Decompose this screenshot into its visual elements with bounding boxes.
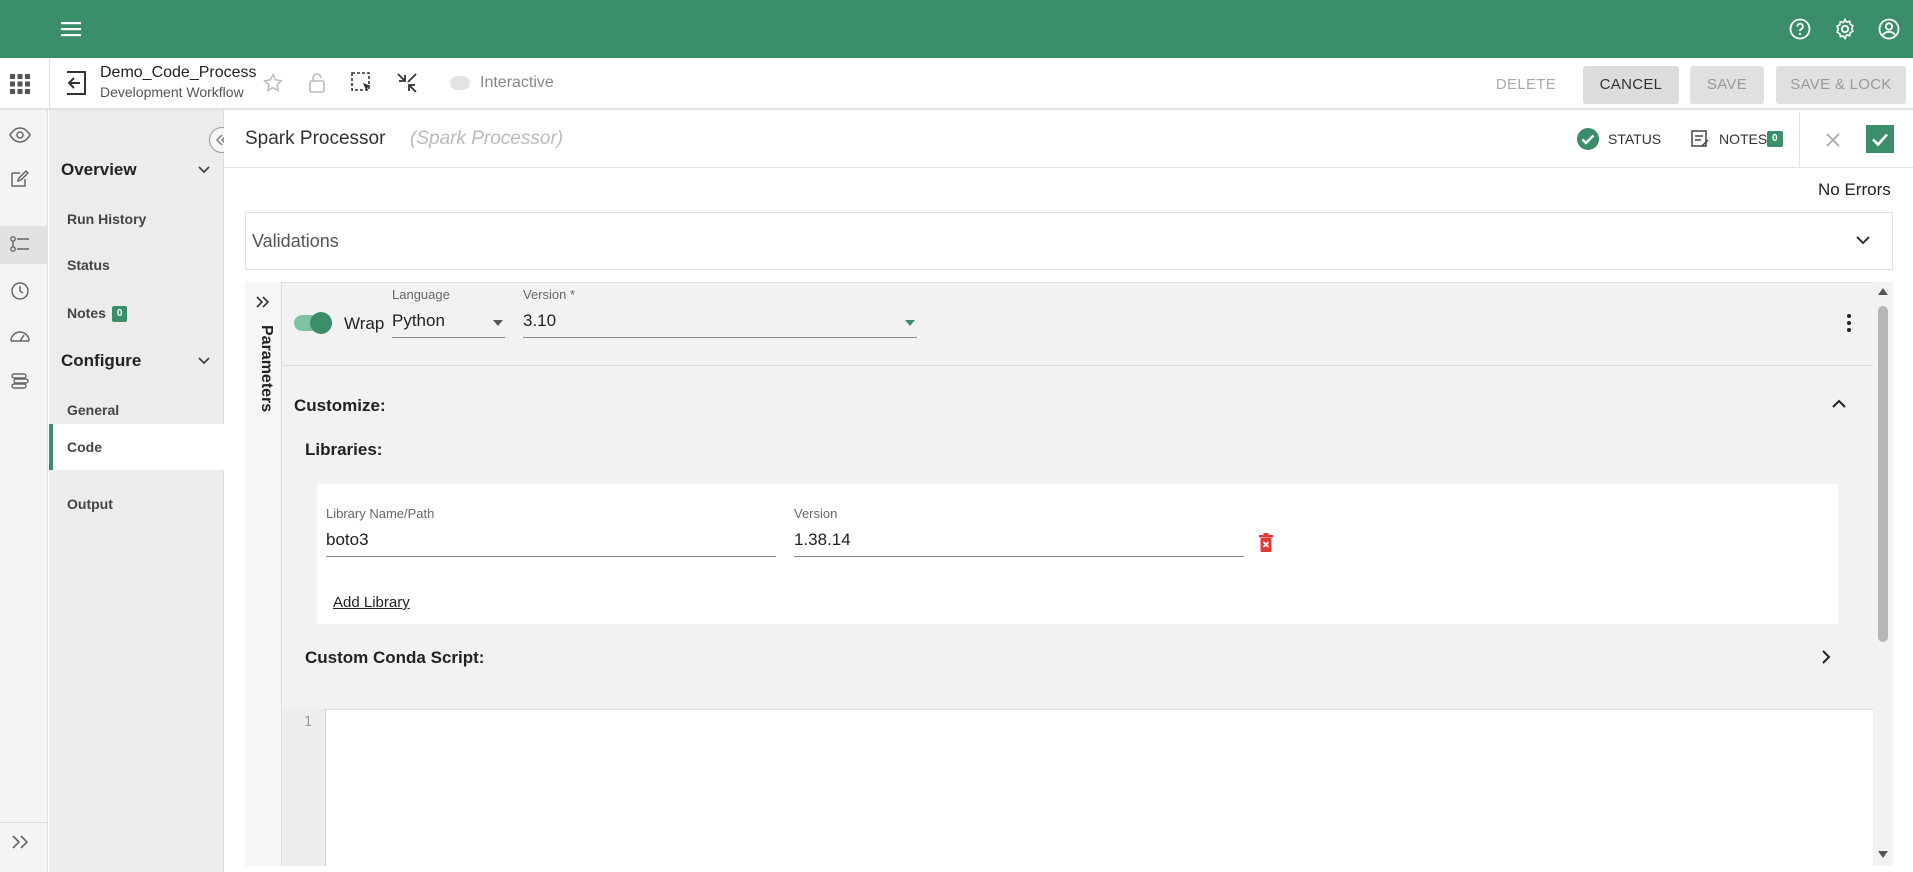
wrap-label: Wrap: [344, 314, 385, 333]
library-version-label: Version: [794, 506, 838, 521]
version-underline: [523, 337, 917, 338]
status-label[interactable]: STATUS: [1608, 131, 1661, 147]
add-library-link[interactable]: Add Library: [333, 594, 410, 611]
sidebar-item-code[interactable]: Code: [49, 424, 224, 470]
layers-stack-icon[interactable]: [10, 371, 30, 391]
validations-accordion[interactable]: [245, 212, 1893, 270]
sidebar-item-status[interactable]: Status: [49, 242, 224, 288]
library-name-label: Library Name/Path: [326, 506, 435, 521]
validations-title: Validations: [252, 231, 339, 251]
notes-count-badge: 0: [1767, 131, 1783, 147]
toolbar-divider: [49, 58, 50, 110]
edit-icon[interactable]: [9, 169, 29, 189]
language-caret-down-icon[interactable]: [492, 319, 504, 327]
wrap-toggle[interactable]: [294, 312, 332, 334]
parameters-tab-label[interactable]: Parameters: [253, 325, 275, 435]
notes-label[interactable]: NOTES: [1719, 131, 1767, 147]
notes-icon[interactable]: [1690, 129, 1710, 149]
libraries-heading: Libraries:: [305, 440, 383, 459]
app-header: [0, 0, 1913, 58]
editor-toolbar-divider: [283, 365, 1873, 366]
line-number: 1: [304, 715, 312, 730]
sidebar-item-label: Run History: [67, 211, 147, 227]
delete-button[interactable]: DELETE: [1488, 66, 1564, 104]
apply-check-button[interactable]: [1866, 125, 1894, 153]
lock-icon[interactable]: [307, 72, 327, 94]
overview-heading[interactable]: Overview: [61, 160, 137, 180]
sidebar-item-run-history[interactable]: Run History: [49, 196, 224, 242]
panel-title: Spark Processor: [245, 128, 386, 149]
help-icon[interactable]: [1788, 17, 1812, 41]
close-icon[interactable]: [1824, 131, 1842, 149]
save-and-lock-button[interactable]: SAVE & LOCK: [1776, 66, 1906, 104]
expand-rail-icon[interactable]: [10, 833, 32, 851]
node-sidenav: Overview Run History Status Notes 0 Confi…: [49, 110, 224, 872]
interactive-toggle[interactable]: [450, 76, 470, 90]
version-select[interactable]: 3.10: [523, 311, 556, 331]
expand-parameters-icon[interactable]: [254, 295, 272, 309]
conda-chevron-right-icon[interactable]: [1820, 649, 1832, 665]
editor-scrollbar[interactable]: [1873, 282, 1893, 866]
save-button[interactable]: SAVE: [1690, 66, 1764, 104]
collapse-arrows-icon[interactable]: [395, 71, 419, 95]
sidebar-item-label: General: [67, 402, 120, 418]
favorite-star-icon[interactable]: [262, 72, 284, 94]
library-version-input[interactable]: 1.38.14: [794, 530, 851, 550]
scroll-up-icon[interactable]: [1877, 286, 1889, 296]
customize-chevron-up-icon[interactable]: [1831, 398, 1847, 410]
settings-gear-icon[interactable]: [1833, 17, 1857, 41]
scroll-down-icon[interactable]: [1877, 850, 1889, 860]
sidebar-item-label: Output: [67, 496, 113, 512]
sidebar-item-label: Status: [67, 257, 110, 273]
history-clock-icon[interactable]: [10, 281, 30, 301]
sidebar-item-output[interactable]: Output: [49, 481, 224, 527]
status-check-icon[interactable]: [1576, 127, 1600, 151]
dashboard-gauge-icon[interactable]: [9, 326, 31, 344]
language-label: Language: [392, 287, 450, 302]
exit-workflow-icon[interactable]: [64, 70, 88, 96]
notes-count-badge: 0: [111, 306, 128, 323]
interactive-label: Interactive: [480, 74, 554, 91]
library-name-input[interactable]: boto3: [326, 530, 369, 550]
hamburger-menu-icon[interactable]: [59, 17, 83, 41]
panel-header-divider: [1799, 112, 1800, 168]
cancel-button[interactable]: CANCEL: [1583, 66, 1679, 104]
scroll-thumb[interactable]: [1878, 306, 1888, 642]
language-underline: [392, 337, 505, 338]
panel-node-type: (Spark Processor): [410, 128, 564, 149]
error-status: No Errors: [1818, 180, 1891, 199]
version-label: Version *: [523, 287, 576, 302]
workflow-nodes-icon[interactable]: [9, 235, 31, 253]
configure-heading[interactable]: Configure: [61, 351, 141, 371]
workflow-name[interactable]: Demo_Code_Process: [100, 64, 257, 82]
delete-library-trash-icon[interactable]: [1258, 533, 1274, 553]
language-select[interactable]: Python: [392, 311, 445, 331]
version-caret-down-icon[interactable]: [904, 319, 916, 327]
select-region-icon[interactable]: [350, 71, 374, 95]
libraries-list: [317, 484, 1838, 624]
library-version-underline: [794, 556, 1244, 557]
configure-chevron-down-icon[interactable]: [197, 356, 211, 366]
user-account-icon[interactable]: [1877, 17, 1901, 41]
validations-chevron-down-icon[interactable]: [1855, 234, 1871, 246]
view-eye-icon[interactable]: [9, 126, 31, 144]
workflow-subtitle: Development Workflow: [100, 84, 244, 100]
line-number-gutter: [283, 709, 326, 866]
app-grid-icon[interactable]: [9, 73, 31, 95]
left-icon-rail: [0, 110, 48, 872]
overview-chevron-down-icon[interactable]: [197, 165, 211, 175]
sidebar-item-label: Notes: [67, 305, 106, 321]
library-name-underline: [326, 556, 776, 557]
code-text-area[interactable]: [283, 709, 1873, 866]
rail-divider: [0, 822, 48, 823]
custom-conda-heading[interactable]: Custom Conda Script:: [305, 648, 484, 668]
more-options-icon[interactable]: [1841, 313, 1857, 333]
sidebar-item-label: Code: [67, 439, 102, 455]
customize-heading[interactable]: Customize:: [294, 396, 386, 416]
sidebar-item-notes[interactable]: Notes 0: [49, 290, 224, 336]
